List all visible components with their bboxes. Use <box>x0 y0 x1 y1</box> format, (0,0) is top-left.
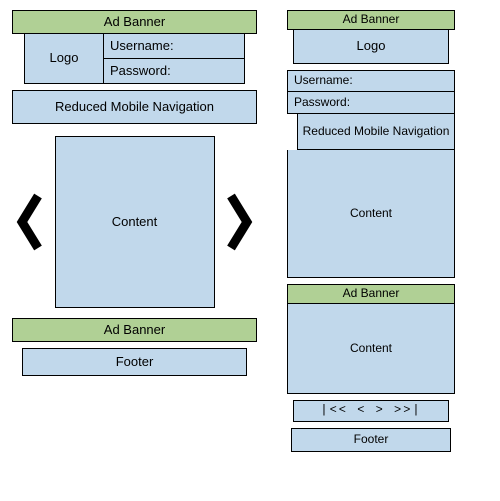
layout-phone: Ad Banner Logo Username: Password: Reduc… <box>287 10 455 452</box>
username-field[interactable]: Username: <box>104 34 245 59</box>
ad-banner-bottom: Ad Banner <box>12 318 257 342</box>
password-field[interactable]: Password: <box>104 59 245 84</box>
logo: Logo <box>24 34 104 84</box>
footer: Footer <box>291 428 451 452</box>
login-row: Logo Username: Password: <box>24 34 245 84</box>
content-area: Content <box>55 136 215 308</box>
content-area-2: Content <box>287 304 455 394</box>
mobile-nav[interactable]: Reduced Mobile Navigation <box>12 90 257 124</box>
footer: Footer <box>22 348 247 376</box>
layout-tablet: Ad Banner Logo Username: Password: Reduc… <box>12 10 257 376</box>
username-field[interactable]: Username: <box>287 70 455 92</box>
ad-banner-mid: Ad Banner <box>287 284 455 304</box>
carousel: Content <box>12 136 257 308</box>
logo: Logo <box>293 30 449 64</box>
ad-banner-top: Ad Banner <box>12 10 257 34</box>
content-area-1: Content <box>287 150 455 278</box>
chevron-left-icon[interactable] <box>16 192 44 252</box>
password-field[interactable]: Password: <box>287 92 455 114</box>
chevron-right-icon[interactable] <box>225 192 253 252</box>
ad-banner-top: Ad Banner <box>287 10 455 30</box>
pager[interactable]: |<< < > >>| <box>293 400 449 422</box>
mobile-nav[interactable]: Reduced Mobile Navigation <box>297 114 455 150</box>
